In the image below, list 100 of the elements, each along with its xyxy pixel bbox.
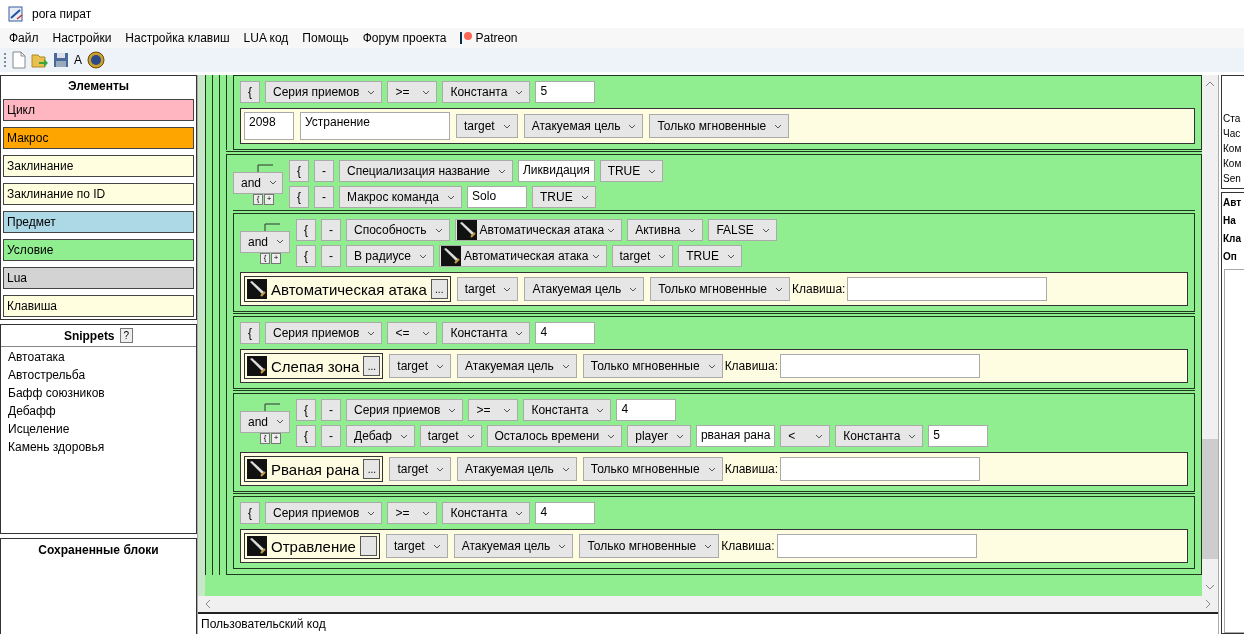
remove-button[interactable]: -	[314, 186, 334, 208]
menu-item[interactable]: Файл	[2, 28, 46, 48]
dropdown[interactable]: <	[780, 425, 831, 447]
dropdown[interactable]: Атакуемая цель	[457, 457, 577, 481]
spell-dropdown[interactable]: Автоматическая атака	[454, 219, 623, 241]
brace-button[interactable]: {	[296, 219, 316, 241]
dropdown[interactable]: Атакуемая цель	[524, 277, 645, 301]
menu-item[interactable]: Настройка клавиш	[118, 28, 237, 48]
key-input-field[interactable]	[780, 457, 981, 481]
dropdown[interactable]: В радиусе	[346, 245, 434, 267]
more-button[interactable]	[359, 536, 377, 556]
brace-button[interactable]: {	[289, 186, 309, 208]
dropdown[interactable]: TRUE	[678, 245, 742, 267]
dropdown[interactable]: >=	[387, 502, 438, 524]
dropdown[interactable]: >=	[468, 399, 519, 421]
brace-button[interactable]: {	[240, 322, 260, 344]
dropdown[interactable]: Только мгновенные	[649, 114, 790, 138]
element-item[interactable]: Lua	[3, 267, 194, 289]
key-input-field[interactable]	[776, 534, 977, 558]
add-button[interactable]: {	[260, 432, 270, 444]
element-item[interactable]: Предмет	[3, 211, 194, 233]
input-field[interactable]: 5	[928, 425, 989, 447]
dropdown[interactable]: Осталось времени	[486, 425, 623, 447]
brace-button[interactable]: {	[296, 245, 316, 267]
dropdown[interactable]: target	[456, 114, 518, 138]
dropdown[interactable]: Только мгновенные	[650, 277, 790, 301]
remove-button[interactable]: -	[321, 245, 341, 267]
element-item[interactable]: Условие	[3, 239, 194, 261]
brace-button[interactable]: {	[240, 81, 260, 103]
logic-dropdown[interactable]: and	[240, 410, 290, 433]
input-field[interactable]: 4	[535, 322, 596, 344]
dropdown[interactable]: Константа	[442, 322, 531, 344]
brace-button[interactable]: {	[296, 399, 316, 421]
element-item[interactable]: Клавиша	[3, 295, 194, 317]
dropdown[interactable]: target	[385, 534, 448, 558]
snippet-item[interactable]: Дебафф	[8, 404, 189, 418]
brace-button[interactable]: {	[289, 160, 309, 182]
dropdown[interactable]: Константа	[442, 81, 531, 103]
input-field[interactable]: Solo	[467, 186, 528, 208]
dropdown[interactable]: <=	[387, 322, 438, 344]
add-button[interactable]: {	[260, 252, 270, 264]
dropdown[interactable]: Атакуемая цель	[453, 534, 574, 558]
add-button[interactable]: +	[271, 432, 281, 444]
dropdown[interactable]: Атакуемая цель	[457, 354, 577, 378]
key-input-field[interactable]	[780, 354, 980, 378]
menu-item[interactable]: Patreon	[453, 28, 525, 48]
dropdown[interactable]: target	[456, 277, 519, 301]
dropdown[interactable]: Способность	[346, 219, 450, 241]
logic-dropdown[interactable]: and	[233, 171, 283, 194]
input-field[interactable]: 4	[616, 399, 677, 421]
snippet-item[interactable]: Бафф союзников	[8, 386, 189, 400]
snippet-item[interactable]: Автоатака	[8, 350, 189, 364]
logic-dropdown[interactable]: and	[240, 230, 290, 253]
menu-item[interactable]: Форум проекта	[355, 28, 454, 48]
text-area[interactable]	[1224, 269, 1244, 633]
menu-item[interactable]: LUA код	[236, 28, 296, 48]
help-button[interactable]: ?	[119, 328, 134, 343]
more-button[interactable]: ...	[363, 459, 381, 479]
dropdown[interactable]: Константа	[442, 502, 531, 524]
element-item[interactable]: Заклинание по ID	[3, 183, 194, 205]
snippet-item[interactable]: Исцеление	[8, 422, 189, 436]
remove-button[interactable]: -	[314, 160, 334, 182]
dropdown[interactable]: Только мгновенные	[582, 354, 723, 378]
element-item[interactable]: Заклинание	[3, 155, 194, 177]
more-button[interactable]: ...	[430, 279, 448, 299]
dropdown[interactable]: >=	[387, 81, 438, 103]
dropdown[interactable]: Константа	[523, 399, 612, 421]
dropdown[interactable]: Серия приемов	[265, 81, 383, 103]
dropdown[interactable]: Специализация название	[339, 160, 513, 182]
input-field[interactable]: рваная рана	[695, 425, 776, 447]
dropdown[interactable]: target	[611, 245, 674, 267]
dropdown[interactable]: Активна	[627, 219, 704, 241]
brace-button[interactable]: {	[296, 425, 316, 447]
remove-button[interactable]: -	[321, 425, 341, 447]
remove-button[interactable]: -	[321, 219, 341, 241]
spell-dropdown[interactable]: Автоматическая атака	[438, 245, 607, 267]
font-button[interactable]: A	[73, 53, 83, 67]
input-field[interactable]: Устранение	[300, 112, 450, 140]
dropdown[interactable]: target	[419, 425, 482, 447]
dropdown[interactable]: TRUE	[599, 160, 664, 182]
dropdown[interactable]: target	[389, 457, 452, 481]
dropdown[interactable]: target	[389, 354, 452, 378]
scrollbar-thumb[interactable]	[1202, 438, 1218, 559]
dropdown[interactable]: Серия приемов	[265, 502, 383, 524]
dropdown[interactable]: TRUE	[532, 186, 596, 208]
more-button[interactable]: ...	[363, 356, 381, 376]
key-input-field[interactable]	[847, 277, 1048, 301]
dropdown[interactable]: Серия приемов	[265, 322, 383, 344]
dropdown[interactable]: player	[627, 425, 691, 447]
input-field[interactable]: 5	[535, 81, 596, 103]
dropdown[interactable]: Только мгновенные	[579, 534, 720, 558]
input-field[interactable]: Ликвидация	[517, 160, 595, 182]
dropdown[interactable]: Дебаф	[346, 425, 415, 447]
dropdown[interactable]: FALSE	[708, 219, 777, 241]
snippet-item[interactable]: Камень здоровья	[8, 440, 189, 454]
add-button[interactable]: {	[253, 193, 263, 205]
dropdown[interactable]: Константа	[835, 425, 924, 447]
element-item[interactable]: Цикл	[3, 99, 194, 121]
brace-button[interactable]: {	[240, 502, 260, 524]
add-button[interactable]: +	[271, 252, 281, 264]
